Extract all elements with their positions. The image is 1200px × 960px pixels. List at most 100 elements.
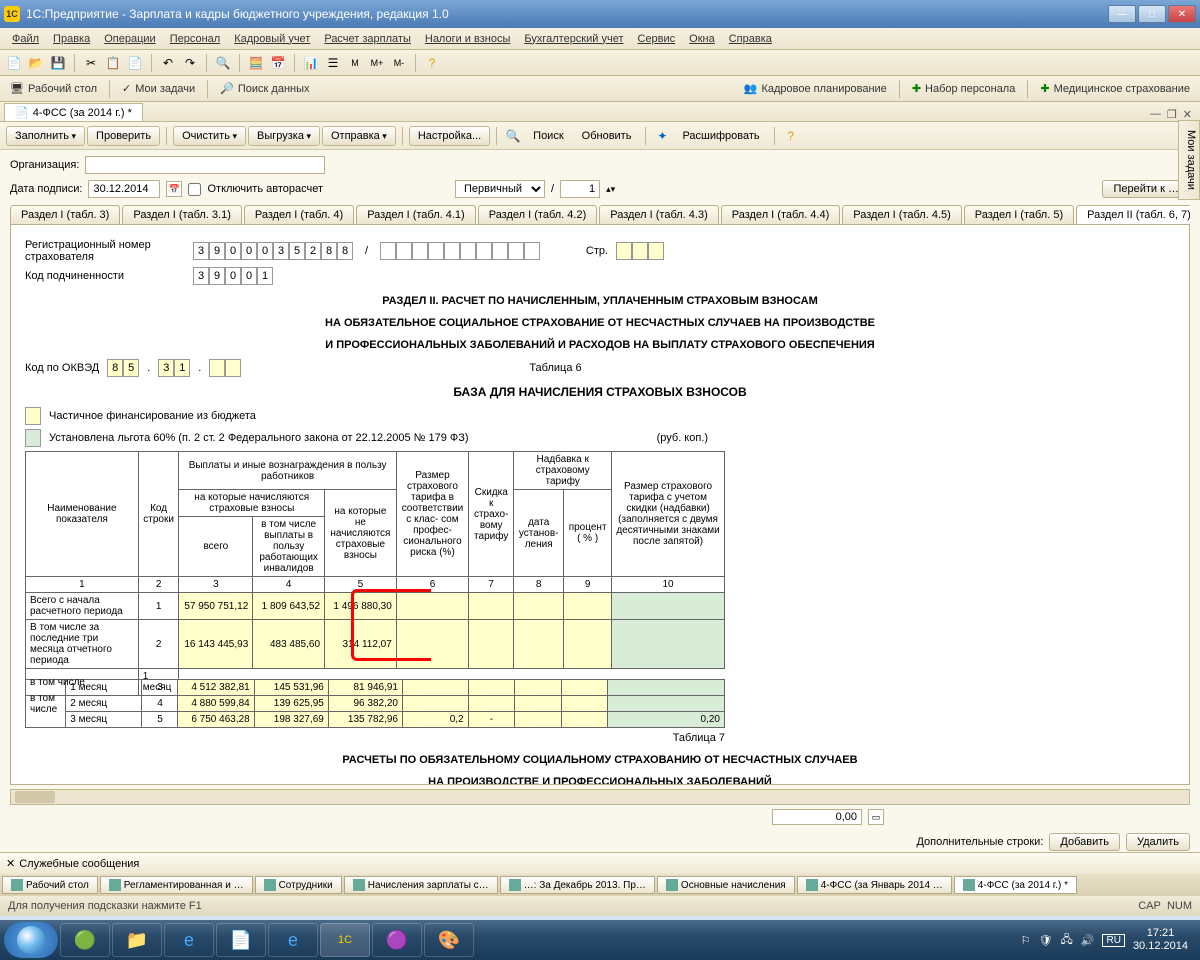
tab-section-1-4-4[interactable]: Раздел I (табл. 4.4) xyxy=(721,205,841,224)
send-button[interactable]: Отправка xyxy=(322,126,396,146)
list-icon[interactable]: ☰ xyxy=(323,53,343,73)
menu-operations[interactable]: Операции xyxy=(98,31,161,47)
reg-number-ext-cells[interactable] xyxy=(380,242,540,260)
service-messages-bar[interactable]: ✕ Служебные сообщения xyxy=(0,852,1200,874)
okved-3-cells[interactable] xyxy=(209,359,241,377)
wintab-4fss-jan[interactable]: 4-ФСС (за Январь 2014 … xyxy=(797,876,952,894)
wintab-dec2013[interactable]: …: За Декабрь 2013. Пр… xyxy=(500,876,655,894)
open-icon[interactable]: 📂 xyxy=(26,53,46,73)
mmc-icon[interactable]: M- xyxy=(389,53,409,73)
menu-taxes[interactable]: Налоги и взносы xyxy=(419,31,517,47)
clear-button[interactable]: Очистить xyxy=(173,126,246,146)
wintab-base-accruals[interactable]: Основные начисления xyxy=(657,876,795,894)
taskbar-ie[interactable]: e xyxy=(164,923,214,957)
hr-planning-link[interactable]: 👥Кадровое планирование xyxy=(738,80,893,97)
medical-link[interactable]: ✚Медицинское страхование xyxy=(1034,80,1196,97)
start-button[interactable] xyxy=(4,922,58,958)
tab-section-1-4-3[interactable]: Раздел I (табл. 4.3) xyxy=(599,205,719,224)
taskbar-app-1[interactable]: 🟢 xyxy=(60,923,110,957)
menu-edit[interactable]: Правка xyxy=(47,31,96,47)
taskbar-paint[interactable]: 🎨 xyxy=(424,923,474,957)
cut-icon[interactable]: ✂ xyxy=(81,53,101,73)
tab-section-1-3-1[interactable]: Раздел I (табл. 3.1) xyxy=(122,205,242,224)
panel-hscrollbar[interactable] xyxy=(10,789,1190,805)
decode-button[interactable]: Расшифровать xyxy=(674,127,767,145)
menu-file[interactable]: Файл xyxy=(6,31,45,47)
sub-code-cells[interactable]: 39001 xyxy=(193,267,273,285)
report-type-select[interactable]: Первичный xyxy=(455,180,545,198)
tray-shield-icon[interactable]: 🛡 xyxy=(1039,934,1053,947)
lgota-checkbox[interactable] xyxy=(25,429,41,447)
delete-row-button[interactable]: Удалить xyxy=(1126,833,1190,851)
check-button[interactable]: Проверить xyxy=(87,126,160,146)
menu-help[interactable]: Справка xyxy=(723,31,778,47)
clock[interactable]: 17:21 30.12.2014 xyxy=(1133,927,1188,953)
add-row-button[interactable]: Добавить xyxy=(1049,833,1120,851)
tray-lang-icon[interactable]: RU xyxy=(1102,934,1124,947)
fill-button[interactable]: Заполнить xyxy=(6,126,85,146)
tab-section-2-6-7[interactable]: Раздел II (табл. 6, 7) xyxy=(1076,205,1190,224)
taskbar-ie-2[interactable]: e xyxy=(268,923,318,957)
recruitment-link[interactable]: ✚Набор персонала xyxy=(906,80,1022,97)
tab-section-1-4-2[interactable]: Раздел I (табл. 4.2) xyxy=(478,205,598,224)
search-link[interactable]: 🔎Поиск данных xyxy=(214,80,315,97)
page-cells[interactable] xyxy=(616,242,664,260)
doc-restore-icon[interactable]: ❐ xyxy=(1167,108,1177,121)
search-cmd-button[interactable]: Поиск xyxy=(525,127,571,145)
menu-service[interactable]: Сервис xyxy=(632,31,682,47)
window-maximize-button[interactable]: □ xyxy=(1138,5,1166,23)
tray-network-icon[interactable]: 🖧 xyxy=(1061,931,1073,950)
wintab-desktop[interactable]: Рабочий стол xyxy=(2,876,98,894)
mytasks-link[interactable]: ✓Мои задачи xyxy=(116,80,201,97)
settings-button[interactable]: Настройка... xyxy=(409,126,490,146)
find-icon[interactable]: 🔍 xyxy=(213,53,233,73)
wintab-employees[interactable]: Сотрудники xyxy=(255,876,342,894)
correction-number-input[interactable] xyxy=(560,180,600,198)
close-msg-icon[interactable]: ✕ xyxy=(6,857,15,870)
tab-section-1-4-5[interactable]: Раздел I (табл. 4.5) xyxy=(842,205,962,224)
decode-icon[interactable]: ✦ xyxy=(652,126,672,146)
refresh-button[interactable]: Обновить xyxy=(574,127,640,145)
mytasks-sidetab[interactable]: Мои задачи xyxy=(1178,120,1200,200)
tray-volume-icon[interactable]: 🔊 xyxy=(1081,934,1095,947)
menu-accounting[interactable]: Бухгалтерский учет xyxy=(518,31,629,47)
system-tray[interactable]: ⚐ 🛡 🖧 🔊 RU 17:21 30.12.2014 xyxy=(1013,927,1196,953)
mml-icon[interactable]: M xyxy=(345,53,365,73)
desktop-link[interactable]: 🖥Рабочий стол xyxy=(4,80,103,97)
spinner-icon[interactable]: ▴▾ xyxy=(606,184,615,195)
chart-icon[interactable]: 📊 xyxy=(301,53,321,73)
tab-section-1-5[interactable]: Раздел I (табл. 5) xyxy=(964,205,1074,224)
copy-icon[interactable]: 📋 xyxy=(103,53,123,73)
okved-1-cells[interactable]: 85 xyxy=(107,359,139,377)
mmr-icon[interactable]: M+ xyxy=(367,53,387,73)
tray-flag-icon[interactable]: ⚐ xyxy=(1021,934,1031,947)
wintab-4fss-2014[interactable]: 4-ФСС (за 2014 г.) * xyxy=(954,876,1077,894)
taskbar-1c[interactable]: 1C xyxy=(320,923,370,957)
menu-payroll[interactable]: Расчет зарплаты xyxy=(318,31,417,47)
total-calc-icon[interactable]: ▭ xyxy=(868,809,884,825)
tab-section-1-4[interactable]: Раздел I (табл. 4) xyxy=(244,205,354,224)
menu-hr[interactable]: Кадровый учет xyxy=(228,31,316,47)
calendar-picker-icon[interactable]: 📅 xyxy=(166,181,182,197)
taskbar-app-4[interactable]: 📄 xyxy=(216,923,266,957)
disable-autocalc-checkbox[interactable] xyxy=(188,183,201,196)
redo-icon[interactable]: ↷ xyxy=(180,53,200,73)
undo-icon[interactable]: ↶ xyxy=(158,53,178,73)
taskbar-explorer[interactable]: 📁 xyxy=(112,923,162,957)
help-icon[interactable]: ? xyxy=(422,53,442,73)
sign-date-input[interactable] xyxy=(88,180,160,198)
window-minimize-button[interactable]: — xyxy=(1108,5,1136,23)
menu-personnel[interactable]: Персонал xyxy=(164,31,227,47)
document-tab[interactable]: 📄 4-ФСС (за 2014 г.) * xyxy=(4,103,143,121)
okved-2-cells[interactable]: 31 xyxy=(158,359,190,377)
doc-minimize-icon[interactable]: — xyxy=(1150,108,1161,121)
taskbar-app-6[interactable]: 🟣 xyxy=(372,923,422,957)
wintab-payroll[interactable]: Начисления зарплаты с… xyxy=(344,876,498,894)
calendar-icon[interactable]: 📅 xyxy=(268,53,288,73)
new-icon[interactable]: 📄 xyxy=(4,53,24,73)
window-close-button[interactable]: ✕ xyxy=(1168,5,1196,23)
reg-number-cells[interactable]: 3900035288 xyxy=(193,242,353,260)
paste-icon[interactable]: 📄 xyxy=(125,53,145,73)
search-cmd-icon[interactable]: 🔍 xyxy=(503,126,523,146)
wintab-regulated[interactable]: Регламентированная и … xyxy=(100,876,253,894)
